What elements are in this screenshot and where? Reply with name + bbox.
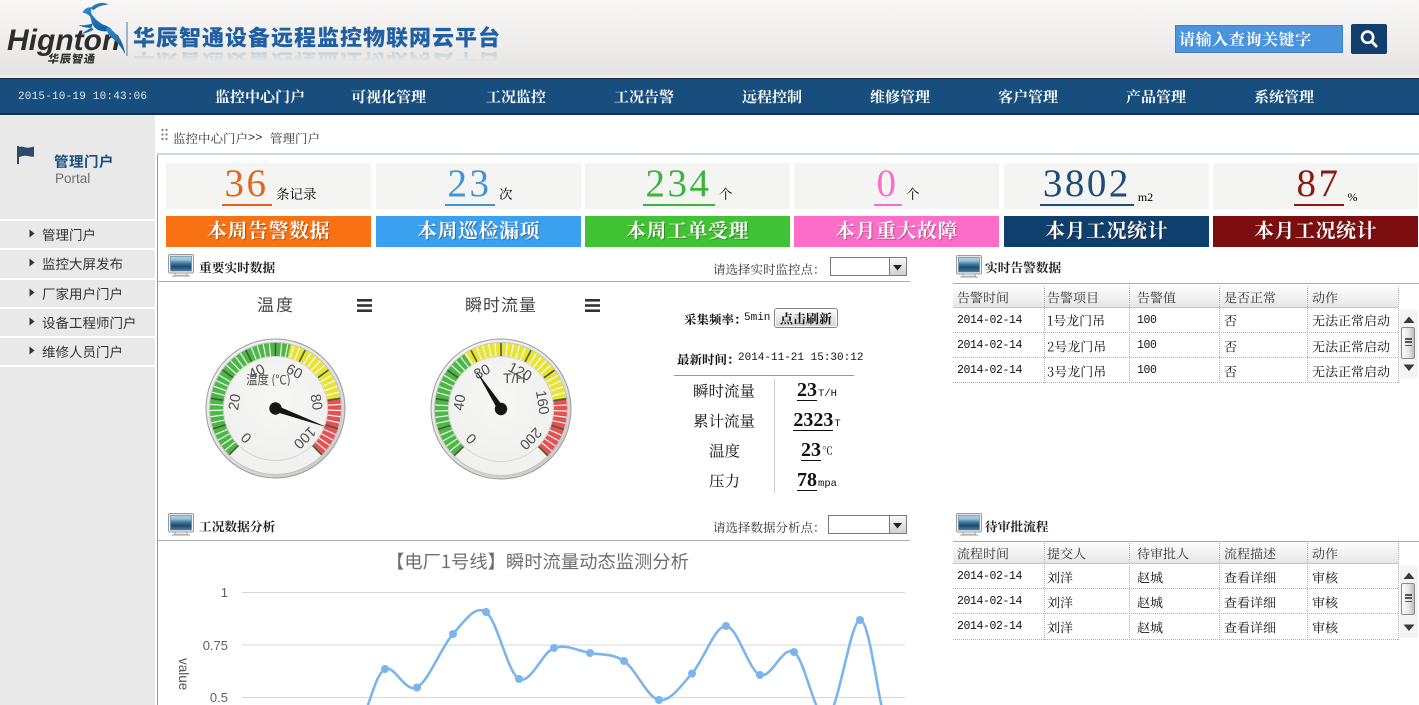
svg-text:80: 80 <box>307 393 325 411</box>
svg-text:40: 40 <box>451 393 469 411</box>
svg-text:20: 20 <box>226 393 244 411</box>
